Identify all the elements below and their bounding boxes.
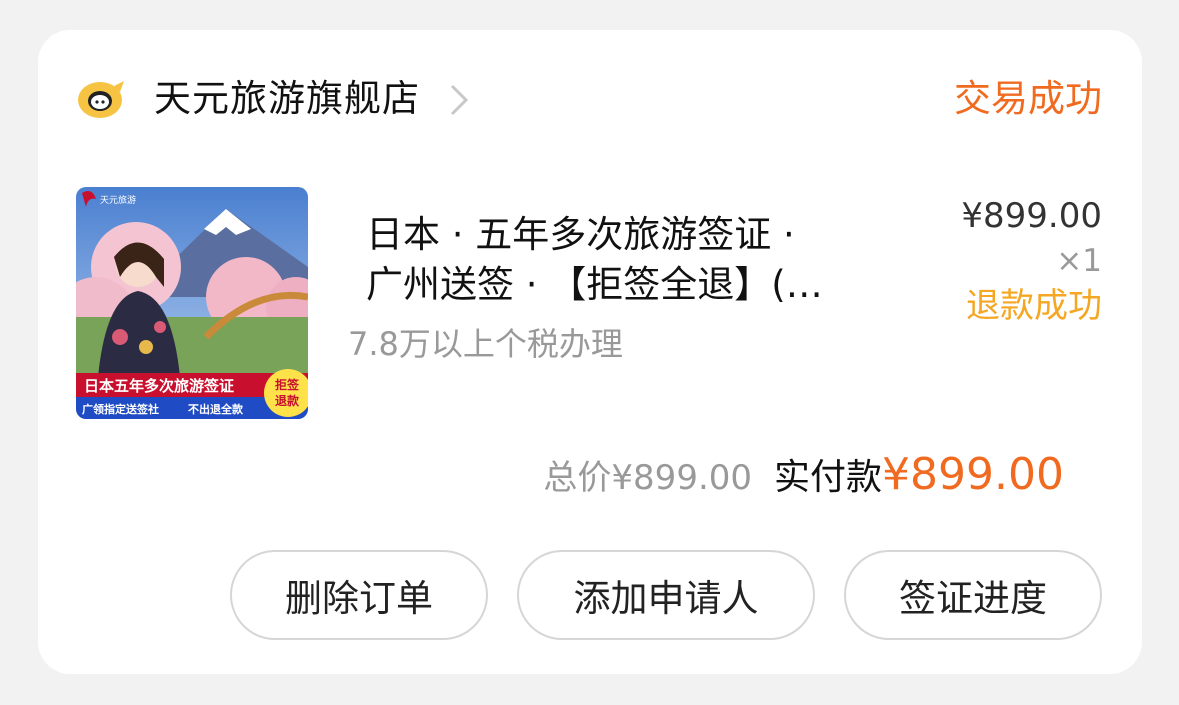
product-thumbnail[interactable]: 日本五年多次旅游签证 广领指定送签社 不出退全款 拒签 退款 天元旅游 [76,187,308,419]
total-value: ¥899.00 [611,458,753,498]
delete-order-button[interactable]: 删除订单 [230,550,488,640]
price-summary: 总价 ¥899.00 实付款 ¥899.00 [543,448,1064,500]
thumbnail-badge-text-1: 拒签 [275,377,300,392]
shop-name[interactable]: 天元旅游旗舰店 [154,74,420,124]
chevron-right-icon[interactable] [446,82,472,118]
product-sku: 7.8万以上个税办理 [348,325,623,363]
unit-price: ¥899.00 [961,196,1102,236]
order-actions: 删除订单 添加申请人 签证进度 [38,550,1142,644]
add-applicant-button[interactable]: 添加申请人 [517,550,815,640]
visa-progress-button[interactable]: 签证进度 [844,550,1102,640]
order-card: 天元旅游旗舰店 交易成功 日本五年多次旅游签证 广领指定送签社 不出退全款 拒签… [38,30,1142,674]
refund-status[interactable]: 退款成功 [966,283,1102,329]
product-title-line-1: 日本 · 五年多次旅游签证 · [366,213,795,256]
shop-header[interactable]: 天元旅游旗舰店 交易成功 [38,30,1142,170]
quantity: ×1 [1056,243,1102,279]
thumbnail-badge-text-2: 退款 [275,393,300,408]
thumbnail-logo-text: 天元旅游 [100,194,136,206]
fliggy-logo-icon [76,78,126,120]
paid-value: ¥899.00 [882,449,1064,500]
product-title[interactable]: 日本 · 五年多次旅游签证 · 广州送签 · 【拒签全退】(… [366,210,866,310]
thumbnail-subtext-right: 不出退全款 [188,402,244,416]
paid-label: 实付款 [774,457,883,498]
product-title-line-2: 广州送签 · 【拒签全退】(… [366,263,823,306]
thumbnail-subtext-left: 广领指定送签社 [82,402,159,416]
thumbnail-banner-text: 日本五年多次旅游签证 [84,377,234,395]
total-label: 总价 [543,458,612,498]
order-status: 交易成功 [954,77,1102,120]
